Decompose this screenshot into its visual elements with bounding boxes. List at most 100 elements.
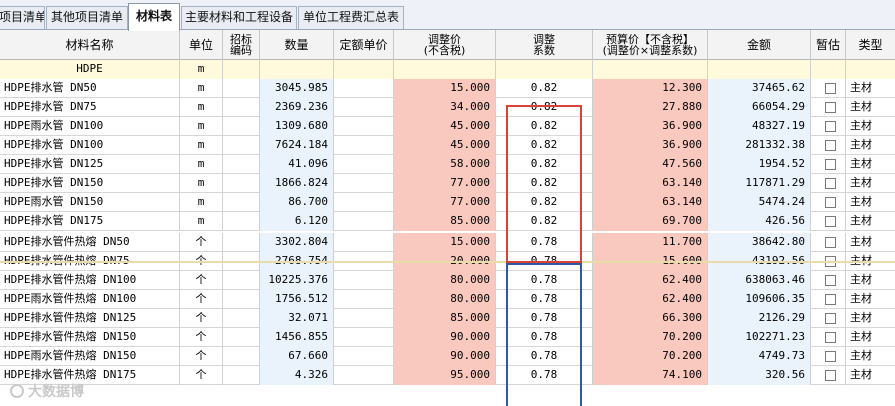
provisional-checkbox[interactable] — [825, 159, 836, 170]
cell-adj-price[interactable]: 34.000 — [394, 98, 496, 117]
tab-material-table[interactable]: 材料表 — [128, 3, 180, 31]
cell-quota-price[interactable] — [334, 136, 394, 155]
table-row[interactable]: HDPE排水管 DN150 m 1866.824 77.000 0.82 63.140 11… — [0, 174, 895, 193]
cell-amount[interactable]: 1954.52 — [708, 155, 811, 174]
col-header-type[interactable]: 类型 — [846, 30, 895, 60]
cell-type[interactable]: 主材 — [846, 366, 895, 385]
cell-amount[interactable]: 320.56 — [708, 366, 811, 385]
cell-budget-price[interactable]: 70.200 — [593, 347, 708, 366]
cell-amount[interactable]: 117871.29 — [708, 174, 811, 193]
cell-bid-code[interactable] — [223, 328, 260, 347]
cell-amount[interactable]: 281332.38 — [708, 136, 811, 155]
cell-budget-price[interactable]: 36.900 — [593, 117, 708, 136]
cell-name[interactable]: HDPE排水管 DN50 — [0, 79, 180, 98]
table-row[interactable]: HDPE排水管 DN125 m 41.096 58.000 0.82 47.560 1954… — [0, 155, 895, 174]
cell-adj-price[interactable]: 77.000 — [394, 174, 496, 193]
cell-adj-price[interactable]: 90.000 — [394, 347, 496, 366]
cell-name[interactable]: HDPE排水管件热熔 DN125 — [0, 309, 180, 328]
col-header-unit[interactable]: 单位 — [180, 30, 223, 60]
cell-adj-price[interactable]: 45.000 — [394, 136, 496, 155]
provisional-checkbox[interactable] — [825, 294, 836, 305]
cell-budget-price[interactable]: 36.900 — [593, 136, 708, 155]
cell-quota-price[interactable] — [334, 366, 394, 385]
cell-quota-price[interactable] — [334, 155, 394, 174]
col-header-coef[interactable]: 调整 系数 — [496, 30, 593, 60]
cell-quota-price[interactable] — [334, 271, 394, 290]
provisional-checkbox[interactable] — [825, 370, 836, 381]
cell-unit[interactable]: m — [180, 155, 223, 174]
cell-type[interactable]: 主材 — [846, 271, 895, 290]
tab-unit-cost-summary[interactable]: 单位工程费汇总表 — [298, 6, 404, 29]
cell-qty[interactable]: 3045.985 — [260, 79, 334, 98]
cell-amount[interactable]: 638063.46 — [708, 271, 811, 290]
cell-quota-price[interactable] — [334, 174, 394, 193]
table-row[interactable]: HDPE排水管件热熔 DN125 个 32.071 85.000 0.78 66.300 2… — [0, 309, 895, 328]
provisional-checkbox[interactable] — [825, 332, 836, 343]
cell-amount[interactable]: 66054.29 — [708, 98, 811, 117]
cell-adj-price[interactable]: 80.000 — [394, 290, 496, 309]
cell-qty[interactable]: 67.660 — [260, 347, 334, 366]
cell-adj-price[interactable]: 95.000 — [394, 366, 496, 385]
cell-budget-price[interactable]: 62.400 — [593, 290, 708, 309]
provisional-checkbox[interactable] — [825, 102, 836, 113]
cell-bid-code[interactable] — [223, 212, 260, 231]
cell-budget-price[interactable]: 11.700 — [593, 233, 708, 252]
cell-bid-code[interactable] — [223, 79, 260, 98]
cell-budget-price[interactable]: 12.300 — [593, 79, 708, 98]
cell-bid-code[interactable] — [223, 174, 260, 193]
cell-amount[interactable]: 109606.35 — [708, 290, 811, 309]
cell-amount[interactable]: 48327.19 — [708, 117, 811, 136]
cell-amount[interactable]: 5474.24 — [708, 193, 811, 212]
cell-bid-code[interactable] — [223, 155, 260, 174]
cell-name[interactable]: HDPE排水管 DN125 — [0, 155, 180, 174]
cell-quota-price[interactable] — [334, 290, 394, 309]
cell-bid-code[interactable] — [223, 290, 260, 309]
cell-name[interactable]: HDPE排水管 DN100 — [0, 136, 180, 155]
cell-unit[interactable]: 个 — [180, 347, 223, 366]
table-row[interactable]: HDPE雨水管 DN150 m 86.700 77.000 0.82 63.140 5474… — [0, 193, 895, 212]
cell-bid-code[interactable] — [223, 193, 260, 212]
cell-coef[interactable]: 0.82 — [496, 79, 593, 98]
cell-unit[interactable]: 个 — [180, 233, 223, 252]
cell-bid-code[interactable] — [223, 347, 260, 366]
col-header-provisional[interactable]: 暂估 — [811, 30, 846, 60]
cell-quota-price[interactable] — [334, 212, 394, 231]
cell-quota-price[interactable] — [334, 117, 394, 136]
col-header-qty[interactable]: 数量 — [260, 30, 334, 60]
cell-adj-price[interactable]: 15.000 — [394, 79, 496, 98]
cell-qty[interactable]: 1866.824 — [260, 174, 334, 193]
tab-other-project-list[interactable]: 其他项目清单 — [46, 6, 128, 29]
cell-qty[interactable]: 86.700 — [260, 193, 334, 212]
cell-qty[interactable]: 3302.804 — [260, 233, 334, 252]
cell-budget-price[interactable]: 63.140 — [593, 174, 708, 193]
cell-quota-price[interactable] — [334, 233, 394, 252]
cell-name[interactable]: HDPE雨水管件热熔 DN150 — [0, 347, 180, 366]
cell-quota-price[interactable] — [334, 79, 394, 98]
cell-adj-price[interactable]: 90.000 — [394, 328, 496, 347]
cell-qty[interactable]: 41.096 — [260, 155, 334, 174]
cell-name[interactable]: HDPE排水管 DN175 — [0, 212, 180, 231]
cell-adj-price[interactable]: 58.000 — [394, 155, 496, 174]
cell-adj-price[interactable]: 80.000 — [394, 271, 496, 290]
cell-unit[interactable]: 个 — [180, 290, 223, 309]
cell-budget-price[interactable]: 70.200 — [593, 328, 708, 347]
cell-name[interactable]: HDPE排水管件热熔 DN50 — [0, 233, 180, 252]
cell-budget-price[interactable]: 66.300 — [593, 309, 708, 328]
cell-name[interactable]: HDPE雨水管 DN150 — [0, 193, 180, 212]
cell-qty[interactable]: 2369.236 — [260, 98, 334, 117]
table-row[interactable]: HDPE排水管件热熔 DN175 个 4.326 95.000 0.78 74.100 32… — [0, 366, 895, 385]
col-header-bid-code[interactable]: 招标 编码 — [223, 30, 260, 60]
cell-unit[interactable]: m — [180, 98, 223, 117]
cell-bid-code[interactable] — [223, 98, 260, 117]
cell-bid-code[interactable] — [223, 233, 260, 252]
cell-amount[interactable]: 102271.23 — [708, 328, 811, 347]
provisional-checkbox[interactable] — [825, 197, 836, 208]
col-header-name[interactable]: 材料名称 — [0, 30, 180, 60]
cell-qty[interactable]: 1309.680 — [260, 117, 334, 136]
provisional-checkbox[interactable] — [825, 140, 836, 151]
cell-unit[interactable]: m — [180, 79, 223, 98]
cell-name[interactable]: HDPE雨水管件热熔 DN100 — [0, 290, 180, 309]
cell-unit[interactable]: 个 — [180, 366, 223, 385]
cell-bid-code[interactable] — [223, 136, 260, 155]
cell-unit[interactable]: m — [180, 117, 223, 136]
